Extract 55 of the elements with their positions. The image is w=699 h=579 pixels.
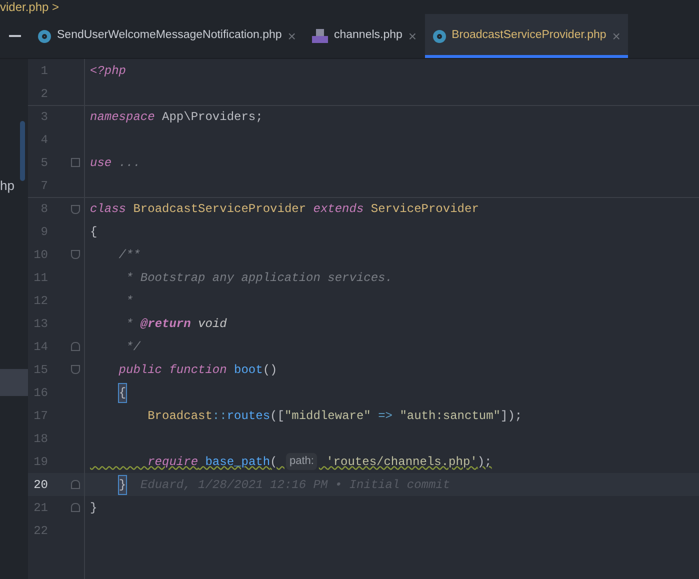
editor-tab[interactable]: BroadcastServiceProvider.php × bbox=[424, 14, 628, 58]
code-token: ); bbox=[477, 454, 492, 470]
code-token: 'routes/channels.php' bbox=[325, 454, 478, 470]
code-token: use bbox=[90, 154, 112, 172]
code-token: * Bootstrap any application services. bbox=[125, 270, 392, 286]
scrollbar-thumb-icon bbox=[20, 121, 25, 181]
editor-tab[interactable]: SendUserWelcomeMessageNotification.php × bbox=[30, 14, 304, 58]
fold-marker-icon[interactable] bbox=[71, 250, 80, 259]
code-token: /** bbox=[118, 246, 140, 264]
code-token: BroadcastServiceProvider bbox=[132, 201, 308, 218]
sidebar-selection bbox=[0, 369, 28, 396]
code-token: boot bbox=[233, 362, 263, 378]
code-token: } bbox=[118, 476, 126, 494]
fold-marker-icon[interactable] bbox=[71, 503, 80, 512]
code-token: extends bbox=[313, 201, 364, 218]
code-token: => bbox=[377, 408, 394, 424]
code-token: class bbox=[90, 201, 126, 218]
code-token: @return bbox=[140, 316, 191, 332]
fold-marker-icon[interactable] bbox=[71, 342, 80, 351]
breadcrumb[interactable]: vider.php > bbox=[0, 0, 60, 14]
line-number: 20 bbox=[32, 476, 48, 494]
code-token: namespace bbox=[90, 109, 155, 126]
parameter-hint: path: bbox=[286, 453, 317, 470]
code-token: Broadcast bbox=[146, 408, 212, 424]
editor-tab[interactable]: channels.php × bbox=[304, 14, 425, 58]
code-token: void bbox=[197, 316, 227, 332]
code-token: "middleware" bbox=[284, 408, 371, 424]
code-token: */ bbox=[125, 338, 140, 356]
code-token: ([ bbox=[270, 408, 284, 424]
class-icon bbox=[432, 30, 446, 42]
code-token: <?php bbox=[90, 62, 126, 80]
fold-marker-icon[interactable] bbox=[71, 480, 80, 489]
code-token: { bbox=[90, 224, 98, 240]
class-icon bbox=[38, 30, 51, 42]
code-token: ]); bbox=[500, 408, 522, 424]
code-token: App\Providers; bbox=[161, 109, 263, 126]
code-token: "auth:sanctum" bbox=[400, 408, 501, 424]
code-token: public function bbox=[118, 362, 227, 378]
code-token: () bbox=[262, 362, 278, 378]
code-token: } bbox=[90, 500, 98, 516]
fold-marker-icon[interactable] bbox=[71, 158, 80, 167]
fold-marker-icon[interactable] bbox=[71, 365, 80, 374]
code-token: :: bbox=[212, 408, 227, 424]
php-file-icon bbox=[312, 29, 328, 43]
code-token: base_path bbox=[204, 454, 270, 470]
code-token: * bbox=[125, 292, 134, 310]
sidebar-item[interactable]: hp bbox=[0, 176, 14, 196]
code-token: ServiceProvider bbox=[370, 201, 479, 218]
code-token: routes bbox=[226, 408, 270, 424]
fold-marker-icon[interactable] bbox=[71, 204, 80, 214]
code-token: * bbox=[125, 316, 134, 332]
code-token: ... bbox=[118, 154, 140, 172]
code-token: ( bbox=[270, 454, 278, 470]
code-token: { bbox=[118, 384, 126, 402]
code-token: require bbox=[146, 454, 198, 470]
